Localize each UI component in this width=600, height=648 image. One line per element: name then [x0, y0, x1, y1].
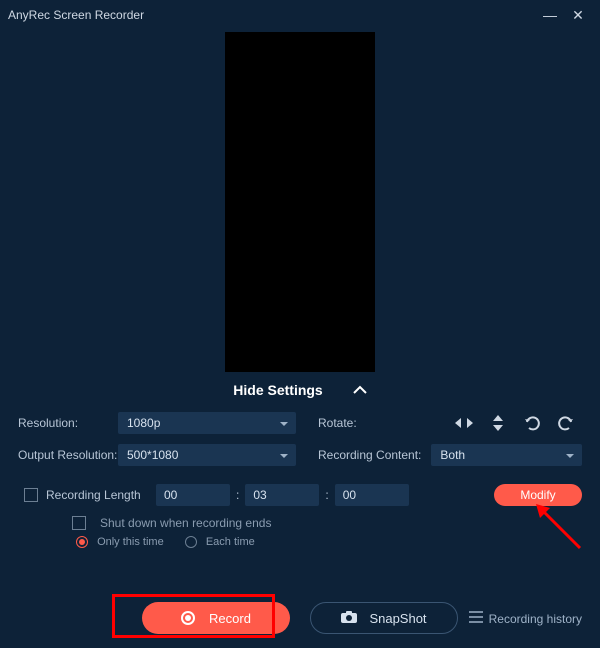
only-this-time-radio[interactable]: [76, 536, 88, 548]
chevron-down-icon: [565, 450, 575, 464]
output-resolution-select[interactable]: 500*1080: [118, 444, 296, 466]
chevron-down-icon: [279, 418, 289, 432]
resolution-select[interactable]: 1080p: [118, 412, 296, 434]
hours-input[interactable]: 00: [156, 484, 230, 506]
snapshot-button[interactable]: SnapShot: [310, 602, 458, 634]
hide-settings-toggle[interactable]: Hide Settings: [0, 382, 600, 398]
rotate-left-icon[interactable]: [520, 413, 544, 433]
shutdown-label: Shut down when recording ends: [100, 516, 271, 530]
flip-horizontal-icon[interactable]: [452, 413, 476, 433]
window-title: AnyRec Screen Recorder: [8, 8, 536, 22]
modify-button[interactable]: Modify: [494, 484, 582, 506]
rotate-label: Rotate:: [318, 416, 368, 430]
only-this-time-label: Only this time: [97, 536, 164, 548]
hide-settings-label: Hide Settings: [233, 382, 322, 398]
minimize-icon[interactable]: —: [536, 7, 564, 23]
resolution-value: 1080p: [127, 416, 160, 430]
record-label: Record: [209, 611, 251, 626]
colon: :: [325, 488, 328, 502]
resolution-label: Resolution:: [18, 416, 118, 430]
recording-history-link[interactable]: Recording history: [469, 611, 582, 626]
colon: :: [236, 488, 239, 502]
rotate-right-icon[interactable]: [554, 413, 578, 433]
recording-content-label: Recording Content:: [318, 448, 421, 462]
recording-content-value: Both: [440, 448, 465, 462]
shutdown-checkbox[interactable]: [72, 516, 86, 530]
camera-icon: [341, 611, 357, 626]
record-button[interactable]: Record: [142, 602, 290, 634]
each-time-label: Each time: [206, 536, 255, 548]
each-time-radio[interactable]: [185, 536, 197, 548]
preview-area: [225, 32, 375, 372]
recording-content-select[interactable]: Both: [431, 444, 582, 466]
list-icon: [469, 611, 483, 626]
snapshot-label: SnapShot: [369, 611, 426, 626]
chevron-down-icon: [279, 450, 289, 464]
recording-length-label: Recording Length: [46, 488, 156, 502]
recording-history-label: Recording history: [489, 612, 582, 626]
recording-length-checkbox[interactable]: [24, 488, 38, 502]
flip-vertical-icon[interactable]: [486, 413, 510, 433]
minutes-input[interactable]: 03: [245, 484, 319, 506]
output-resolution-value: 500*1080: [127, 448, 178, 462]
record-icon: [181, 611, 195, 625]
seconds-input[interactable]: 00: [335, 484, 409, 506]
output-resolution-label: Output Resolution:: [18, 448, 118, 462]
chevron-up-icon: [353, 382, 367, 398]
close-icon[interactable]: ✕: [564, 7, 592, 24]
